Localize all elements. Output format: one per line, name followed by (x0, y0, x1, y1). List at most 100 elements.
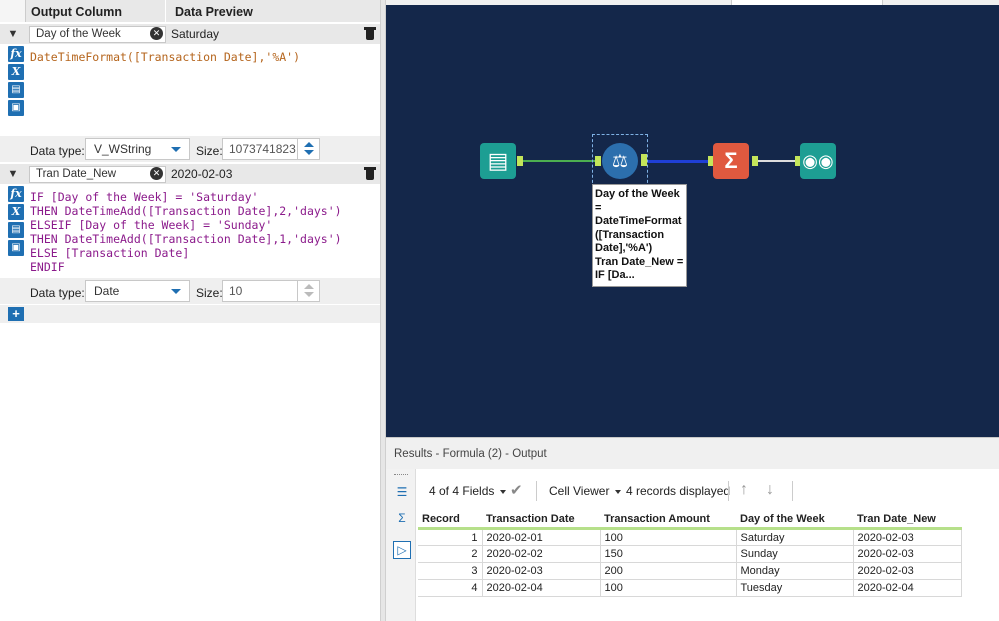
formula-tool[interactable]: ⚖ (602, 143, 638, 179)
expression-line: DateTimeFormat([Transaction Date],'%A') (30, 50, 301, 64)
size-input[interactable]: 10 (222, 280, 320, 302)
record-number: 1 (418, 528, 483, 546)
table-cell[interactable]: 2020-02-01 (481, 528, 601, 546)
fx-icon[interactable]: fx (8, 46, 24, 62)
size-stepper[interactable] (297, 139, 319, 159)
table-row[interactable]: 3 2020-02-03 200 Monday 2020-02-03 (418, 562, 962, 580)
toolbar-separator (536, 481, 537, 501)
book-icon: ▤ (487, 148, 509, 173)
records-count: 4 records displayed (626, 484, 731, 498)
fields-label: 4 of 4 Fields (429, 484, 495, 498)
save-icon[interactable]: ▣ (8, 240, 24, 256)
record-number: 2 (418, 545, 483, 563)
fx-icon[interactable]: fx (8, 186, 24, 202)
drag-grip[interactable] (394, 474, 408, 477)
record-number: 3 (418, 562, 483, 580)
table-cell[interactable]: 100 (599, 579, 737, 597)
size-value: 10 (229, 284, 243, 298)
table-cell[interactable]: Tuesday (735, 579, 854, 597)
table-cell[interactable]: 200 (599, 562, 737, 580)
expression-line: IF [Day of the Week] = 'Saturday' (30, 190, 259, 204)
tool-annotation: Day of the Week = DateTimeFormat ([Trans… (592, 184, 687, 287)
table-view-icon[interactable]: ☰ (393, 483, 411, 501)
expression-editor[interactable]: IF [Day of the Week] = 'Saturday' THEN Da… (30, 190, 342, 274)
data-preview-value: 2020-02-03 (171, 167, 233, 181)
expression-editor[interactable]: DateTimeFormat([Transaction Date],'%A') (30, 50, 300, 64)
output-column-header: Output Column (31, 5, 122, 19)
fields-dropdown[interactable]: 4 of 4 Fields (429, 484, 507, 498)
browse-tool[interactable]: ◉◉ (800, 143, 836, 179)
table-cell[interactable]: 2020-02-04 (481, 579, 601, 597)
table-cell[interactable]: 100 (599, 528, 737, 546)
size-stepper[interactable] (297, 281, 319, 301)
cell-viewer-dropdown[interactable]: Cell Viewer (549, 484, 622, 498)
expression-line: THEN DateTimeAdd([Transaction Date],1,'d… (30, 232, 342, 246)
data-type-row-1: Data type: V_WString Size: 1073741823 (0, 136, 380, 162)
table-row[interactable]: 4 2020-02-04 100 Tuesday 2020-02-04 (418, 579, 962, 597)
output-column-field[interactable]: Day of the Week (29, 26, 166, 43)
column-header[interactable]: Transaction Date (482, 511, 600, 530)
table-cell[interactable]: Monday (735, 562, 854, 580)
table-cell[interactable]: 2020-02-03 (481, 562, 601, 580)
table-cell[interactable]: Sunday (735, 545, 854, 563)
chevron-down-icon[interactable]: ▼ (6, 168, 20, 180)
table-row[interactable]: 2 2020-02-02 150 Sunday 2020-02-03 (418, 545, 962, 563)
output-anchor[interactable] (641, 154, 647, 166)
arrow-down-icon[interactable]: ↓ (766, 481, 774, 499)
data-preview-value: Saturday (171, 27, 220, 41)
column-header[interactable]: Transaction Amount (600, 511, 736, 530)
expression-tools: fx X ▤ ▣ (8, 186, 24, 258)
trash-icon[interactable] (364, 166, 376, 181)
table-cell[interactable]: 2020-02-04 (852, 579, 962, 597)
checkmark-icon[interactable]: ✔ (510, 481, 523, 499)
binoculars-icon: ◉◉ (802, 151, 834, 171)
folder-open-icon[interactable]: ▤ (8, 82, 24, 98)
column-header[interactable]: Tran Date_New (853, 511, 961, 530)
table-cell[interactable]: 150 (599, 545, 737, 563)
connection-line (756, 160, 796, 162)
input-data-tool[interactable]: ▤ (480, 143, 516, 179)
table-cell[interactable]: 2020-02-03 (852, 562, 962, 580)
add-formula-button[interactable]: + (8, 307, 24, 321)
table-cell[interactable]: 2020-02-02 (481, 545, 601, 563)
save-icon[interactable]: ▣ (8, 100, 24, 116)
connection-line (648, 160, 709, 163)
canvas-tab-strip (386, 0, 999, 5)
tag-icon[interactable]: ▷ (393, 541, 411, 559)
data-type-select[interactable]: Date (85, 280, 190, 302)
chevron-down-icon (171, 289, 181, 294)
variable-icon[interactable]: X (8, 204, 24, 220)
data-type-select[interactable]: V_WString (85, 138, 190, 160)
chevron-down-icon (615, 489, 622, 494)
variable-icon[interactable]: X (8, 64, 24, 80)
column-header[interactable]: Day of the Week (736, 511, 853, 530)
workflow-canvas[interactable]: ▤ ⚖ Σ ◉◉ Day of the Week = DateTimeForma… (386, 0, 999, 437)
folder-open-icon[interactable]: ▤ (8, 222, 24, 238)
trash-icon[interactable] (364, 26, 376, 41)
results-table: Record Transaction Date Transaction Amou… (418, 511, 962, 597)
sigma-icon: Σ (724, 148, 738, 173)
table-row[interactable]: 1 2020-02-01 100 Saturday 2020-02-03 (418, 528, 962, 546)
results-title: Results - Formula (2) - Output (386, 437, 999, 469)
input-anchor[interactable] (595, 156, 601, 166)
clear-icon[interactable]: ✕ (150, 27, 163, 40)
table-cell[interactable]: 2020-02-03 (852, 528, 962, 546)
output-column-field[interactable]: Tran Date_New (29, 166, 166, 183)
output-anchor[interactable] (517, 156, 523, 166)
column-header[interactable]: Record (418, 511, 482, 530)
sigma-icon[interactable]: Σ (393, 509, 411, 527)
results-toolbar: 4 of 4 Fields ✔ Cell Viewer 4 records di… (416, 469, 999, 507)
output-anchor[interactable] (752, 156, 758, 166)
formula-config-panel: Output Column Data Preview ▼ Day of the … (0, 0, 380, 621)
table-cell[interactable]: 2020-02-03 (852, 545, 962, 563)
output-row-2: ▼ Tran Date_New ✕ 2020-02-03 (0, 164, 380, 184)
size-input[interactable]: 1073741823 (222, 138, 320, 160)
active-tab[interactable] (731, 0, 883, 5)
add-formula-row: + (0, 305, 380, 323)
chevron-down-icon[interactable]: ▼ (6, 28, 20, 40)
arrow-up-icon[interactable]: ↑ (740, 481, 748, 499)
table-cell[interactable]: Saturday (735, 528, 854, 546)
clear-icon[interactable]: ✕ (150, 167, 163, 180)
expression-tools: fx X ▤ ▣ (8, 46, 24, 118)
summarize-tool[interactable]: Σ (713, 143, 749, 179)
